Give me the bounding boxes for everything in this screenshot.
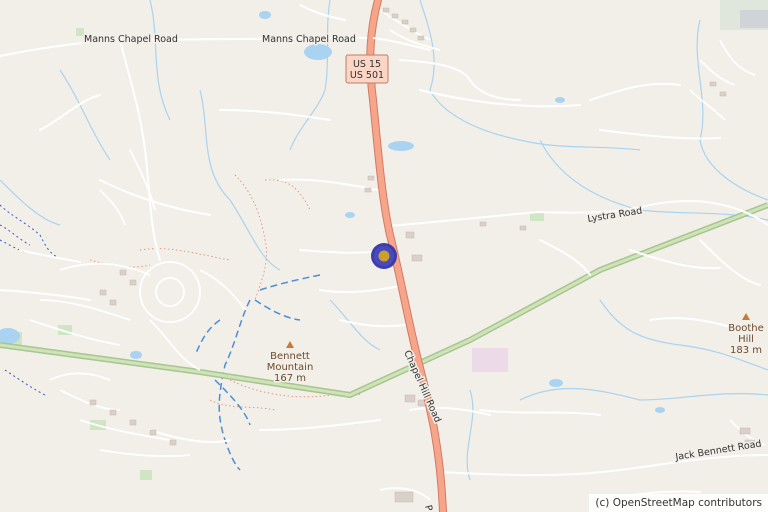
us-route-shield: US 15 US 501: [345, 54, 389, 84]
peak-bennett-name-1: Bennett: [270, 351, 310, 362]
shield-line-2: US 501: [350, 70, 384, 81]
peak-bennett-elevation: 167 m: [274, 373, 306, 384]
peak-boothe-name-2: Hill: [738, 334, 754, 345]
map-canvas[interactable]: Manns Chapel Road Manns Chapel Road Lyst…: [0, 0, 768, 512]
peak-bennett-name-2: Mountain: [267, 362, 314, 373]
map-attribution[interactable]: (c) OpenStreetMap contributors: [589, 494, 768, 512]
shield-line-1: US 15: [353, 59, 381, 70]
location-marker-icon[interactable]: [371, 243, 397, 269]
peak-boothe-elevation: 183 m: [730, 345, 762, 356]
road-label-manns-chapel-west: Manns Chapel Road: [84, 34, 178, 45]
peak-boothe-name-1: Boothe: [728, 323, 764, 334]
map-view[interactable]: Manns Chapel Road Manns Chapel Road Lyst…: [0, 0, 768, 512]
road-label-manns-chapel-east: Manns Chapel Road: [262, 34, 356, 45]
